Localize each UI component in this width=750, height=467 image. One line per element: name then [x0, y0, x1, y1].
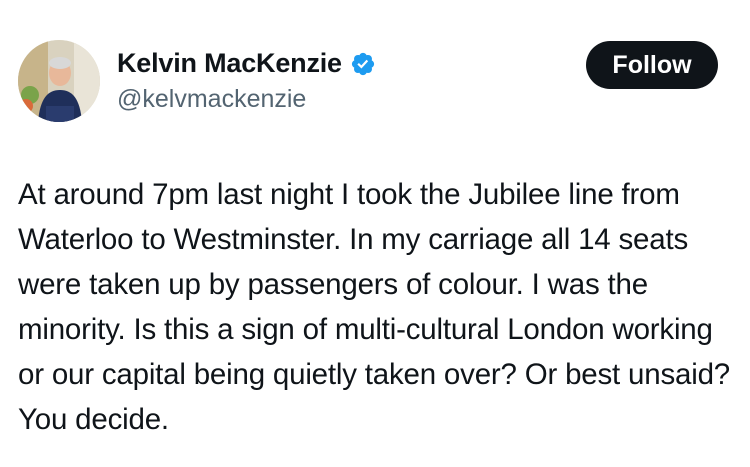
verified-badge-icon: [350, 51, 376, 77]
author-display-name[interactable]: Kelvin MacKenzie: [117, 48, 342, 79]
tweet-card: Kelvin MacKenzie @kelvmackenzie Follow A…: [0, 0, 750, 467]
author-handle[interactable]: @kelvmackenzie: [117, 85, 306, 114]
author-name-row: Kelvin MacKenzie: [117, 48, 376, 79]
avatar[interactable]: [18, 40, 100, 122]
avatar-photo: [18, 40, 100, 122]
tweet-text: At around 7pm last night I took the Jubi…: [18, 178, 730, 436]
follow-button[interactable]: Follow: [586, 41, 718, 89]
